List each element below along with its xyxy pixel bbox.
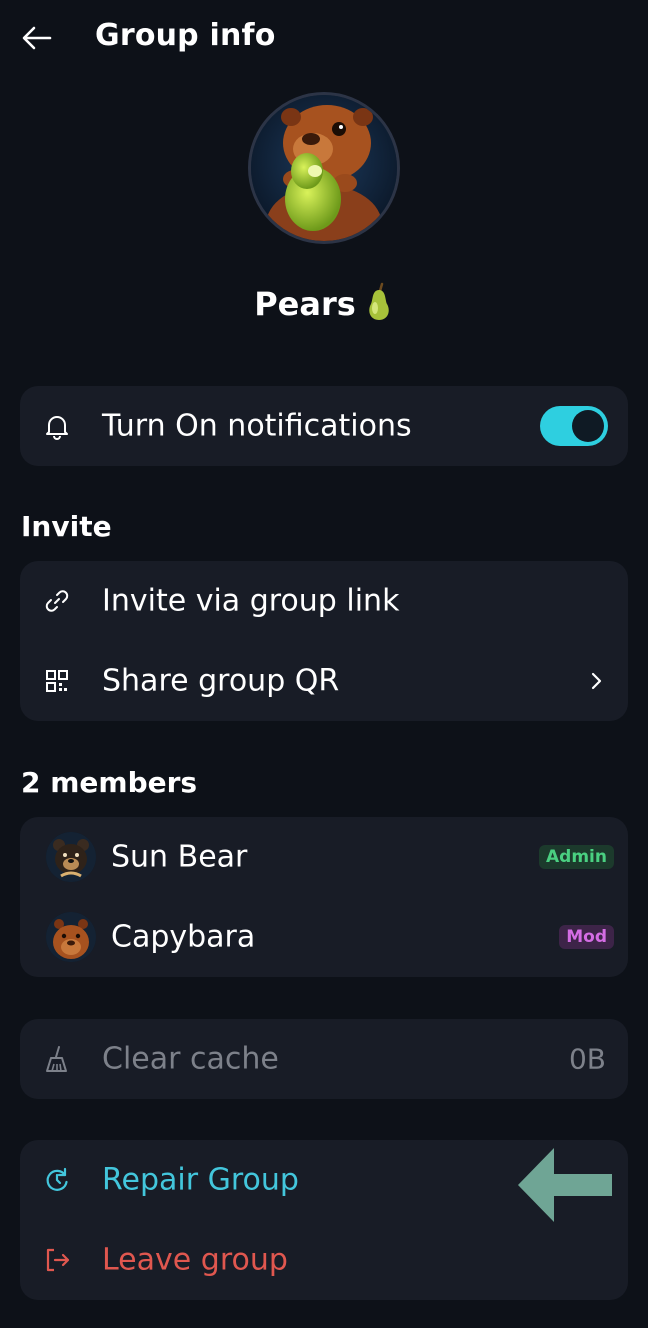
member-row[interactable]: Sun Bear Admin	[20, 817, 628, 897]
clear-cache-row[interactable]: Clear cache 0B	[20, 1019, 628, 1099]
top-bar: Group info	[0, 0, 648, 80]
arrow-left-icon	[22, 26, 52, 50]
page-title: Group info	[95, 18, 276, 53]
notifications-label: Turn On notifications	[102, 408, 412, 444]
capybara-avatar	[46, 912, 96, 962]
bell-icon	[42, 411, 72, 441]
group-info-screen: Group info Pears Turn On notifications I…	[0, 0, 648, 1328]
capybara-eating-pear-avatar	[251, 95, 397, 241]
sun-bear-avatar	[46, 832, 96, 882]
broom-icon	[42, 1044, 72, 1074]
pear-emoji-icon	[364, 282, 394, 330]
invite-section-title: Invite	[21, 510, 112, 543]
share-qr-row[interactable]: Share group QR	[20, 641, 628, 721]
group-name-text: Pears	[254, 285, 356, 323]
notifications-toggle[interactable]	[540, 406, 608, 446]
members-section-title: 2 members	[21, 766, 198, 799]
role-badge-mod: Mod	[559, 925, 614, 949]
invite-link-label: Invite via group link	[102, 583, 400, 619]
group-name: Pears	[0, 282, 648, 330]
qr-code-icon	[42, 666, 72, 696]
toggle-knob	[572, 410, 604, 442]
clear-cache-label: Clear cache	[102, 1041, 279, 1077]
cache-size: 0B	[568, 1042, 606, 1076]
chevron-right-icon	[586, 669, 606, 693]
invite-link-row[interactable]: Invite via group link	[20, 561, 628, 641]
role-badge-admin: Admin	[539, 845, 614, 869]
members-card: Sun Bear Admin Capybara Mod	[20, 817, 628, 977]
share-qr-label: Share group QR	[102, 663, 340, 699]
cache-card: Clear cache 0B	[20, 1019, 628, 1099]
refresh-icon	[42, 1165, 72, 1195]
back-button[interactable]	[18, 20, 56, 56]
member-name: Capybara	[111, 919, 256, 955]
notifications-card: Turn On notifications	[20, 386, 628, 466]
group-avatar[interactable]	[248, 92, 400, 244]
link-icon	[42, 586, 72, 616]
repair-group-label: Repair Group	[102, 1162, 299, 1198]
invite-card: Invite via group link Share group QR	[20, 561, 628, 721]
notifications-row[interactable]: Turn On notifications	[20, 386, 628, 466]
member-name: Sun Bear	[111, 839, 248, 875]
leave-group-label: Leave group	[102, 1242, 288, 1278]
logout-icon	[42, 1245, 72, 1275]
annotation-arrow-icon	[518, 1148, 612, 1222]
member-row[interactable]: Capybara Mod	[20, 897, 628, 977]
leave-group-row[interactable]: Leave group	[20, 1220, 628, 1300]
